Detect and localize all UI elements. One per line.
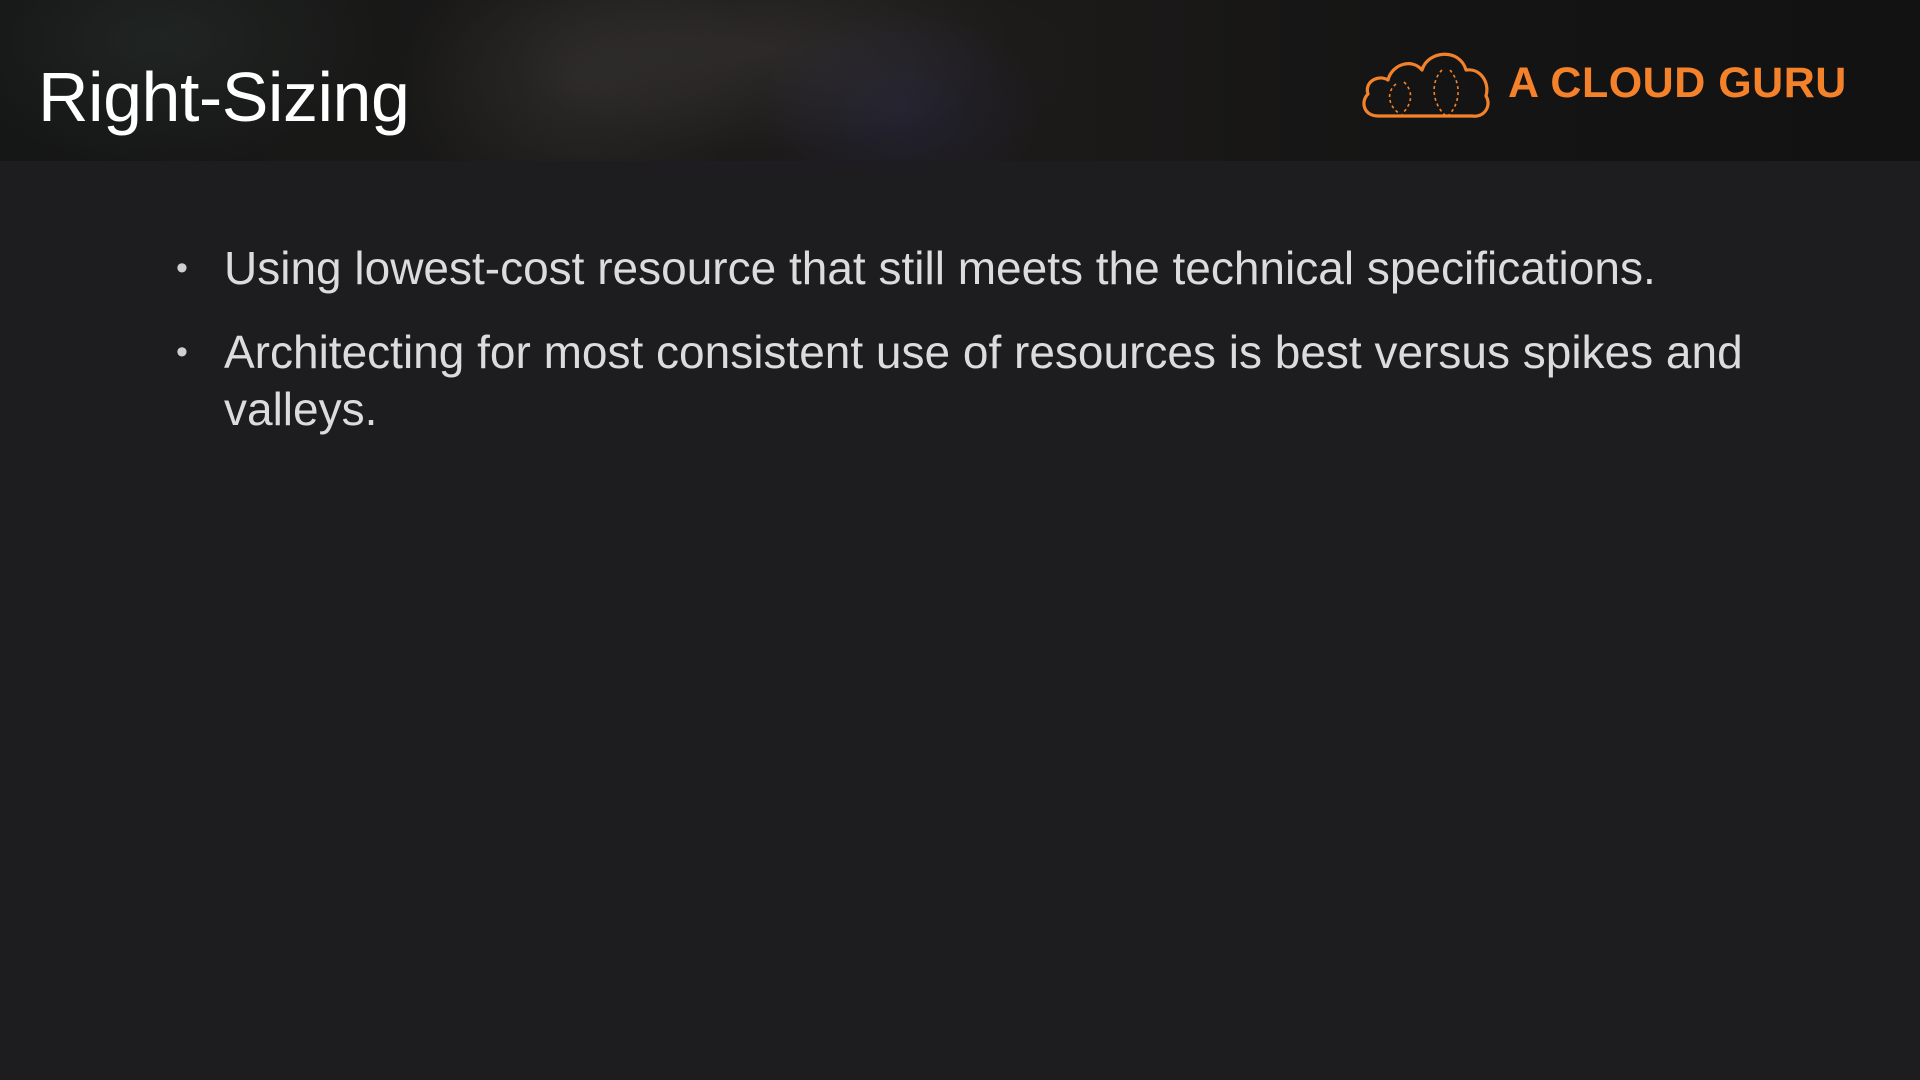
cloud-logo-icon [1362, 52, 1490, 118]
brand-name: A CLOUD GURU [1508, 58, 1847, 107]
presenter-silhouette [440, 0, 1080, 180]
bullet-list: • Using lowest-cost resource that still … [170, 240, 1770, 438]
bullet-marker: • [176, 249, 188, 287]
slide-title: Right-Sizing [38, 58, 410, 136]
bullet-marker: • [176, 333, 188, 371]
brand-logo: A CLOUD GURU [1356, 40, 1847, 126]
bullet-text: Using lowest-cost resource that still me… [224, 242, 1656, 294]
slide-content: • Using lowest-cost resource that still … [170, 240, 1770, 465]
bullet-text: Architecting for most consistent use of … [224, 326, 1743, 435]
bullet-item: • Architecting for most consistent use o… [170, 324, 1770, 438]
presentation-slide: Right-Sizing A CLOUD GURU • Using lowest… [0, 0, 1920, 1080]
bullet-item: • Using lowest-cost resource that still … [170, 240, 1770, 297]
